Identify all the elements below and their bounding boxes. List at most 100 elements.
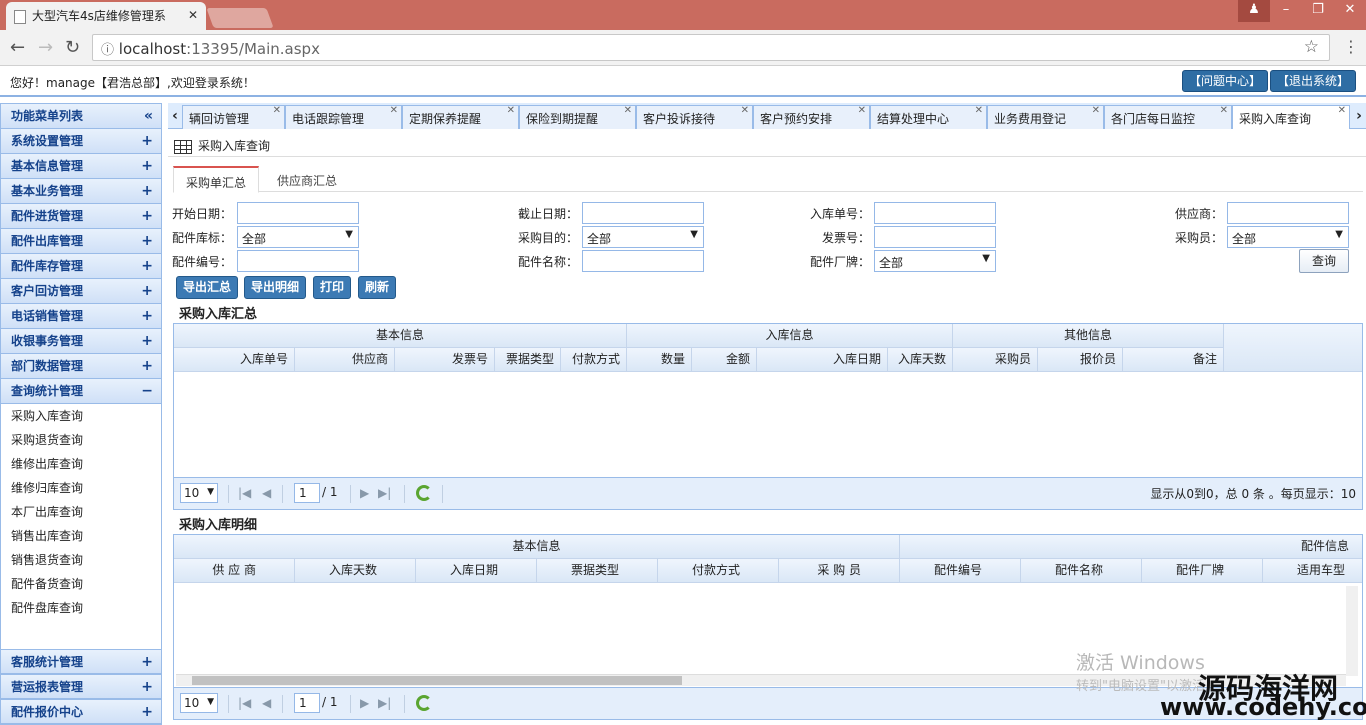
column-header[interactable]: 适用车型 bbox=[1263, 559, 1362, 583]
sidebar-group[interactable]: 部门数据管理 + bbox=[1, 354, 161, 379]
close-icon[interactable]: ✕ bbox=[273, 106, 281, 116]
supplier-input[interactable] bbox=[1227, 202, 1349, 224]
column-header[interactable]: 付款方式 bbox=[658, 559, 779, 583]
sidebar-subitem[interactable]: 销售退货查询 bbox=[1, 548, 161, 572]
close-icon[interactable]: ✕ bbox=[741, 106, 749, 116]
maximize-icon[interactable]: ❐ bbox=[1302, 0, 1334, 22]
expand-icon[interactable]: + bbox=[141, 650, 153, 674]
close-window-icon[interactable]: ✕ bbox=[1334, 0, 1366, 22]
last-page-icon[interactable]: ▶| bbox=[378, 486, 391, 500]
page-size-select[interactable]: 10 ▼ bbox=[180, 693, 218, 713]
refresh-icon[interactable] bbox=[416, 695, 432, 711]
scroll-thumb[interactable] bbox=[192, 676, 682, 685]
column-header[interactable]: 票据类型 bbox=[537, 559, 658, 583]
tabs-scroll-right-icon[interactable]: › bbox=[1352, 105, 1366, 129]
sidebar-group[interactable]: 配件库存管理 + bbox=[1, 254, 161, 279]
tab-item[interactable]: 电话跟踪管理 ✕ bbox=[285, 105, 402, 129]
sidebar-group[interactable]: 基本信息管理 + bbox=[1, 154, 161, 179]
tab-item[interactable]: 各门店每日监控 ✕ bbox=[1104, 105, 1232, 129]
page-number-input[interactable]: 1 bbox=[294, 483, 320, 503]
browser-tab[interactable]: 大型汽车4s店维修管理系 ✕ bbox=[6, 2, 206, 30]
column-header[interactable]: 入库日期 bbox=[416, 559, 537, 583]
in-no-input[interactable] bbox=[874, 202, 996, 224]
minimize-icon[interactable]: – bbox=[1270, 0, 1302, 22]
back-icon[interactable]: ← bbox=[10, 37, 25, 58]
close-icon[interactable]: ✕ bbox=[507, 106, 515, 116]
start-date-input[interactable] bbox=[237, 202, 359, 224]
close-icon[interactable]: ✕ bbox=[390, 106, 398, 116]
export-detail-button[interactable]: 导出明细 bbox=[244, 276, 306, 299]
tab-item[interactable]: 定期保养提醒 ✕ bbox=[402, 105, 519, 129]
close-tab-icon[interactable]: ✕ bbox=[188, 8, 198, 22]
close-icon[interactable]: ✕ bbox=[1220, 106, 1228, 116]
expand-icon[interactable]: + bbox=[141, 329, 153, 353]
tab-item[interactable]: 辆回访管理 ✕ bbox=[182, 105, 285, 129]
tab-supplier-summary[interactable]: 供应商汇总 bbox=[265, 166, 349, 193]
close-icon[interactable]: ✕ bbox=[1092, 106, 1100, 116]
expand-icon[interactable]: + bbox=[141, 279, 153, 303]
store-select[interactable]: 全部 ▼ bbox=[237, 226, 359, 248]
sidebar-subitem[interactable]: 维修归库查询 bbox=[1, 476, 161, 500]
column-header[interactable]: 供 应 商 bbox=[174, 559, 295, 583]
sidebar-group[interactable]: 配件报价中心 + bbox=[1, 699, 161, 724]
part-no-input[interactable] bbox=[237, 250, 359, 272]
collapse-icon[interactable]: − bbox=[141, 379, 153, 403]
forward-icon[interactable]: → bbox=[38, 37, 53, 58]
help-center-button[interactable]: 【问题中心】 bbox=[1182, 70, 1269, 92]
menu-icon[interactable]: ⋮ bbox=[1343, 37, 1359, 56]
user-icon[interactable]: ♟ bbox=[1238, 0, 1270, 22]
expand-icon[interactable]: + bbox=[141, 354, 153, 378]
column-header[interactable]: 采购员 bbox=[953, 348, 1038, 372]
part-name-input[interactable] bbox=[582, 250, 704, 272]
expand-icon[interactable]: + bbox=[141, 675, 153, 699]
column-header[interactable]: 备注 bbox=[1123, 348, 1224, 372]
column-header[interactable]: 采 购 员 bbox=[779, 559, 900, 583]
column-header[interactable]: 配件名称 bbox=[1021, 559, 1142, 583]
expand-icon[interactable]: + bbox=[141, 179, 153, 203]
sidebar-group[interactable]: 配件进货管理 + bbox=[1, 204, 161, 229]
end-date-input[interactable] bbox=[582, 202, 704, 224]
tab-item[interactable]: 业务费用登记 ✕ bbox=[987, 105, 1104, 129]
sidebar-group[interactable]: 查询统计管理 − bbox=[1, 379, 161, 404]
prev-page-icon[interactable]: ◀ bbox=[262, 486, 271, 500]
next-page-icon[interactable]: ▶ bbox=[360, 486, 369, 500]
sidebar-group[interactable]: 收银事务管理 + bbox=[1, 329, 161, 354]
tabs-scroll-left-icon[interactable]: ‹ bbox=[168, 105, 182, 129]
sidebar-subitem[interactable]: 本厂出库查询 bbox=[1, 500, 161, 524]
brand-select[interactable]: 全部 ▼ bbox=[874, 250, 996, 272]
sidebar-group[interactable]: 电话销售管理 + bbox=[1, 304, 161, 329]
column-header[interactable]: 金额 bbox=[692, 348, 757, 372]
sidebar-subitem[interactable]: 配件备货查询 bbox=[1, 572, 161, 596]
vertical-scrollbar[interactable] bbox=[1346, 586, 1358, 676]
column-header[interactable]: 发票号 bbox=[395, 348, 495, 372]
export-summary-button[interactable]: 导出汇总 bbox=[176, 276, 238, 299]
next-page-icon[interactable]: ▶ bbox=[360, 696, 369, 710]
invoice-input[interactable] bbox=[874, 226, 996, 248]
new-tab-button[interactable] bbox=[206, 8, 274, 28]
tab-item[interactable]: 客户预约安排 ✕ bbox=[753, 105, 870, 129]
page-number-input[interactable]: 1 bbox=[294, 693, 320, 713]
column-header[interactable]: 入库日期 bbox=[757, 348, 888, 372]
close-icon[interactable]: ✕ bbox=[624, 106, 632, 116]
buyer-select[interactable]: 全部 ▼ bbox=[1227, 226, 1349, 248]
column-header[interactable]: 数量 bbox=[627, 348, 692, 372]
star-icon[interactable]: ☆ bbox=[1304, 37, 1319, 57]
expand-icon[interactable]: + bbox=[141, 129, 153, 153]
column-header[interactable]: 报价员 bbox=[1038, 348, 1123, 372]
sidebar-subitem[interactable]: 维修出库查询 bbox=[1, 452, 161, 476]
collapse-icon[interactable]: « bbox=[144, 104, 153, 128]
expand-icon[interactable]: + bbox=[141, 700, 153, 724]
query-button[interactable]: 查询 bbox=[1299, 249, 1349, 273]
page-size-select[interactable]: 10 ▼ bbox=[180, 483, 218, 503]
sidebar-group[interactable]: 基本业务管理 + bbox=[1, 179, 161, 204]
first-page-icon[interactable]: |◀ bbox=[238, 486, 251, 500]
column-header[interactable]: 入库天数 bbox=[888, 348, 953, 372]
print-button[interactable]: 打印 bbox=[313, 276, 351, 299]
expand-icon[interactable]: + bbox=[141, 254, 153, 278]
sidebar-group[interactable]: 配件出库管理 + bbox=[1, 229, 161, 254]
sidebar-subitem[interactable]: 配件盘库查询 bbox=[1, 596, 161, 620]
close-icon[interactable]: ✕ bbox=[1338, 106, 1346, 116]
sidebar-group[interactable]: 客服统计管理 + bbox=[1, 649, 161, 674]
sidebar-subitem[interactable]: 采购退货查询 bbox=[1, 428, 161, 452]
prev-page-icon[interactable]: ◀ bbox=[262, 696, 271, 710]
